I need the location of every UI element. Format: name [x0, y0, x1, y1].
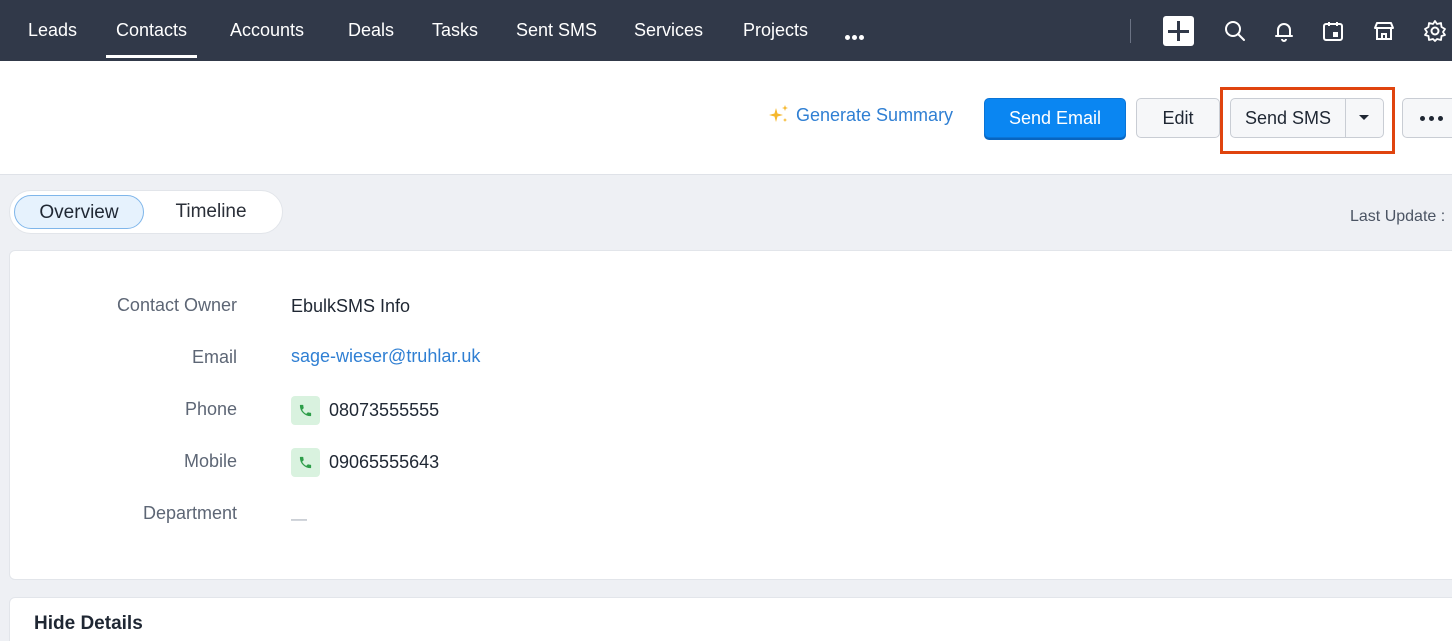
- tab-overview[interactable]: Overview: [14, 195, 144, 229]
- send-email-button[interactable]: Send Email: [984, 98, 1126, 138]
- phone-call-button[interactable]: [291, 396, 320, 425]
- nav-item-deals[interactable]: Deals: [348, 0, 394, 61]
- mobile-value[interactable]: 09065555643: [329, 452, 439, 473]
- calendar-icon[interactable]: [1321, 19, 1345, 43]
- mobile-call-button[interactable]: [291, 448, 320, 477]
- department-value[interactable]: —: [291, 511, 307, 529]
- phone-value[interactable]: 08073555555: [329, 400, 439, 421]
- nav-item-projects[interactable]: Projects: [743, 0, 808, 61]
- phone-icon: [299, 404, 312, 417]
- top-navigation: Leads Contacts Accounts Deals Tasks Sent…: [0, 0, 1452, 61]
- more-modules-icon[interactable]: [845, 27, 869, 40]
- last-update-label: Last Update :: [1350, 208, 1446, 225]
- nav-divider: [1130, 19, 1131, 43]
- nav-item-leads[interactable]: Leads: [28, 0, 77, 61]
- hide-details-card: [9, 597, 1452, 641]
- nav-item-sent-sms[interactable]: Sent SMS: [516, 0, 597, 61]
- nav-item-services[interactable]: Services: [634, 0, 703, 61]
- view-tabs: Overview Timeline: [9, 190, 283, 234]
- hide-details-toggle[interactable]: Hide Details: [34, 613, 143, 635]
- nav-item-contacts[interactable]: Contacts: [105, 0, 198, 61]
- tab-timeline[interactable]: Timeline: [155, 195, 267, 229]
- gear-icon[interactable]: [1423, 19, 1447, 43]
- plus-icon[interactable]: [1163, 16, 1194, 46]
- search-icon[interactable]: [1223, 19, 1247, 43]
- email-link[interactable]: sage-wieser@truhlar.uk: [291, 346, 480, 367]
- bell-icon[interactable]: [1272, 19, 1296, 43]
- send-sms-button[interactable]: Send SMS: [1231, 99, 1345, 137]
- email-label: Email: [191, 347, 237, 367]
- department-label: Department: [142, 503, 237, 523]
- nav-item-tasks[interactable]: Tasks: [432, 0, 478, 61]
- generate-summary-button[interactable]: Generate Summary: [768, 103, 953, 127]
- edit-button[interactable]: Edit: [1136, 98, 1220, 138]
- mobile-label: Mobile: [183, 451, 237, 471]
- generate-summary-label: Generate Summary: [796, 104, 954, 125]
- dot-icon: [1429, 116, 1434, 121]
- sparkle-icon: [769, 105, 788, 122]
- more-actions-button[interactable]: [1402, 98, 1452, 138]
- phone-label: Phone: [184, 399, 237, 419]
- dot-icon: [1438, 116, 1443, 121]
- split-divider: [1345, 99, 1346, 137]
- contact-owner-value[interactable]: EbulkSMS Info: [291, 296, 410, 317]
- marketplace-icon[interactable]: [1372, 19, 1396, 43]
- send-sms-split-button: Send SMS: [1230, 98, 1384, 138]
- dot-icon: [1420, 116, 1425, 121]
- nav-item-accounts[interactable]: Accounts: [230, 0, 304, 61]
- chevron-down-icon[interactable]: [1359, 115, 1369, 120]
- record-header: Generate Summary Send Email Edit Send SM…: [0, 61, 1452, 175]
- phone-icon: [299, 456, 312, 469]
- contact-owner-label: Contact Owner: [116, 295, 237, 315]
